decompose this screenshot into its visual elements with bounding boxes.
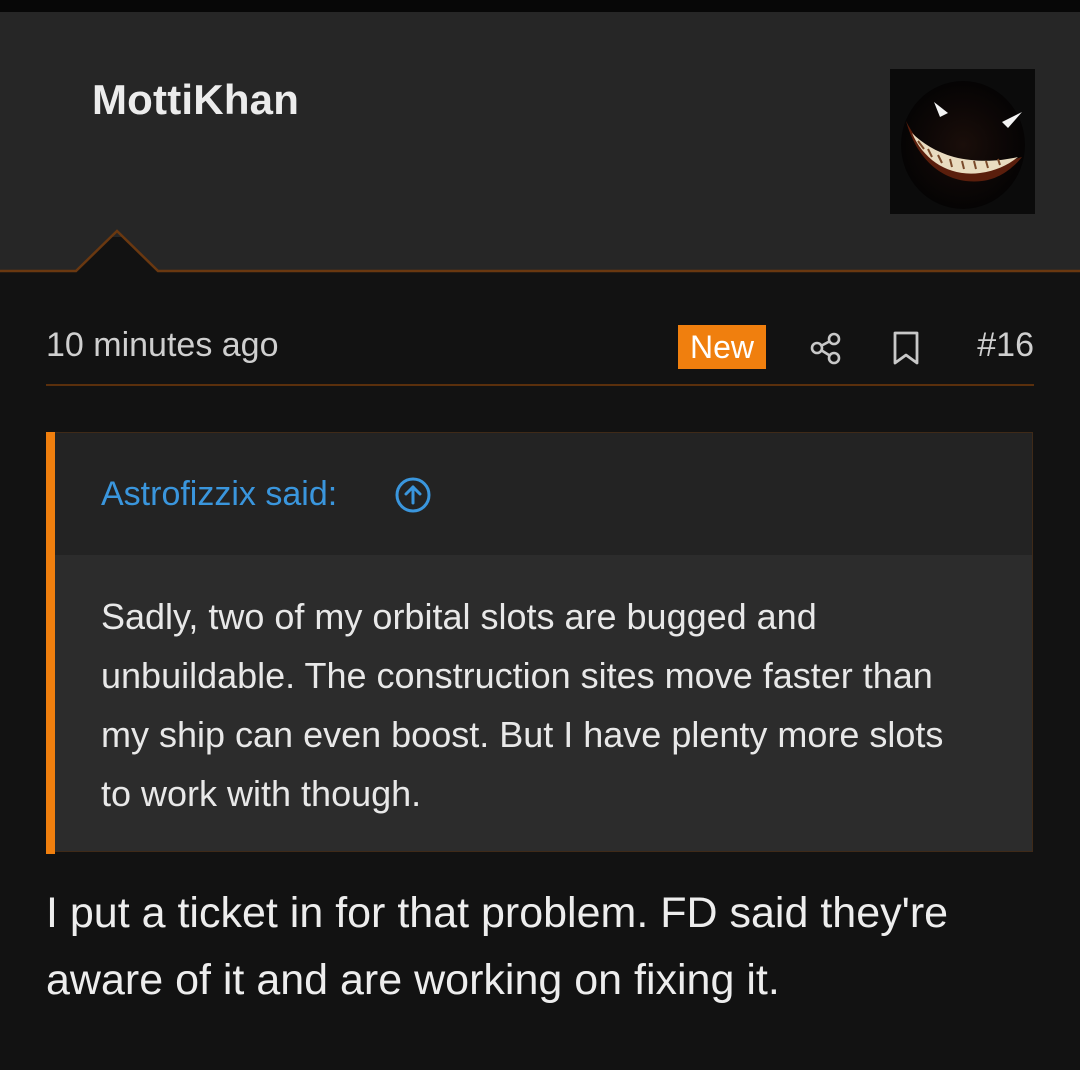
quote-text: Sadly, two of my orbital slots are bugge… [101,596,944,814]
username[interactable]: MottiKhan [92,76,299,124]
quoted-message: Astrofizzix said: Sadly, two of my orbit… [46,432,1033,854]
share-icon[interactable] [806,328,846,368]
post-number-link[interactable]: #16 [977,326,1034,365]
arrow-up-circle-icon[interactable] [393,475,433,515]
bookmark-icon[interactable] [886,328,926,368]
user-avatar[interactable] [890,69,1035,214]
post-timestamp[interactable]: 10 minutes ago [46,326,279,365]
forum-post-page: MottiKhan 10 minutes ago New #16 Astrofi… [0,0,1080,1070]
quote-accent-bar [46,432,55,854]
post-meta-bar: 10 minutes ago New #16 [46,320,1034,386]
quote-header: Astrofizzix said: [55,433,1032,555]
quote-author-link[interactable]: Astrofizzix said: [101,475,337,514]
header-pointer-divider [0,229,1080,275]
top-strip [0,0,1080,12]
post-body-text: I put a ticket in for that problem. FD s… [46,889,949,1004]
new-badge: New [678,325,766,369]
grinning-face-avatar-image [890,69,1035,214]
